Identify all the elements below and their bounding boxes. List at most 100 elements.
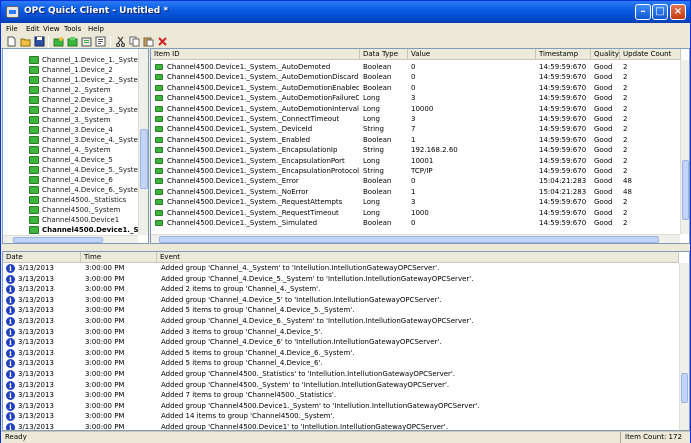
- event-row[interactable]: i 3/13/2013 3:00:00 PM Added 5 items to gro…: [3, 358, 679, 369]
- tree-node[interactable]: Channel_1.Device_1._System: [29, 55, 148, 65]
- tree-vertical-scrollbar[interactable]: [138, 49, 148, 235]
- tree-node[interactable]: Channel_4.Device_6._System: [29, 185, 148, 195]
- tree-node[interactable]: Channel_2.Device_3._System: [29, 105, 148, 115]
- item-row[interactable]: Channel4500.Device1._System._DeviceId Str…: [151, 124, 681, 134]
- scrollbar-thumb[interactable]: [681, 373, 688, 403]
- item-row[interactable]: Channel4500.Device1._System._AutoDemotio…: [151, 72, 681, 82]
- scrollbar-thumb[interactable]: [682, 160, 689, 220]
- event-row[interactable]: i 3/13/2013 3:00:00 PM Added group 'Channel…: [3, 263, 679, 274]
- event-row[interactable]: i 3/13/2013 3:00:00 PM Added group 'Channel…: [3, 274, 679, 285]
- copy-icon[interactable]: [129, 36, 140, 47]
- event-row[interactable]: i 3/13/2013 3:00:00 PM Added 7 items to gro…: [3, 390, 679, 401]
- close-button[interactable]: ×: [670, 4, 686, 20]
- item-row[interactable]: Channel4500.Device1._System._Encapsulati…: [151, 156, 681, 166]
- item-row[interactable]: Channel4500.Device1._System._RequestAtte…: [151, 197, 681, 207]
- menu-edit[interactable]: Edit: [26, 23, 40, 35]
- tree-node[interactable]: Channel_3._System: [29, 115, 148, 125]
- event-row[interactable]: i 3/13/2013 3:00:00 PM Added 5 items to gro…: [3, 305, 679, 316]
- event-log-view[interactable]: Date Time Event i 3/13/2013 3:00:00 PM Adde…: [2, 251, 690, 431]
- tree-node[interactable]: Channel4500._System: [29, 205, 148, 215]
- event-row[interactable]: i 3/13/2013 3:00:00 PM Added group 'Channel…: [3, 369, 679, 380]
- item-list-view[interactable]: Item ID Data Type Value Timestamp Qualit…: [150, 48, 690, 244]
- menu-help[interactable]: Help: [88, 23, 104, 35]
- tree-node[interactable]: Channel_4.Device_5._System: [29, 165, 148, 175]
- new-server-icon[interactable]: [53, 36, 64, 47]
- open-icon[interactable]: [20, 36, 31, 47]
- tree-node[interactable]: Channel_4.Device_6: [29, 175, 148, 185]
- paste-icon[interactable]: [143, 36, 154, 47]
- column-header-value[interactable]: Value: [408, 49, 536, 60]
- event-row[interactable]: i 3/13/2013 3:00:00 PM Added 5 items to gro…: [3, 348, 679, 359]
- app-icon[interactable]: [6, 6, 19, 18]
- tree-node[interactable]: Channel_2.Device_3: [29, 95, 148, 105]
- cut-icon[interactable]: [115, 36, 126, 47]
- event-cell: 3/13/2013: [18, 370, 54, 378]
- title-bar[interactable]: OPC Quick Client - Untitled * – □ ×: [1, 1, 690, 23]
- event-row[interactable]: i 3/13/2013 3:00:00 PM Added group 'Channel…: [3, 380, 679, 391]
- minimize-button[interactable]: –: [635, 4, 651, 20]
- maximize-button[interactable]: □: [652, 4, 668, 20]
- item-row[interactable]: Channel4500.Device1._System._Error Boolea…: [151, 176, 681, 186]
- item-cell: Good: [594, 83, 613, 92]
- new-item-icon[interactable]: [81, 36, 92, 47]
- column-header-date[interactable]: Date: [3, 252, 81, 263]
- event-row[interactable]: i 3/13/2013 3:00:00 PM Added group 'Channel…: [3, 337, 679, 348]
- item-row[interactable]: Channel4500.Device1._System._NoError Bool…: [151, 187, 681, 197]
- properties-icon[interactable]: [95, 36, 106, 47]
- column-header-time[interactable]: Time: [81, 252, 157, 263]
- column-header-item-id[interactable]: Item ID: [151, 49, 360, 60]
- item-row[interactable]: Channel4500.Device1._System._Enabled Bool…: [151, 135, 681, 145]
- item-row[interactable]: Channel4500.Device1._System._AutoDemoted…: [151, 62, 681, 72]
- event-row[interactable]: i 3/13/2013 3:00:00 PM Added 2 items to gro…: [3, 284, 679, 295]
- scrollbar-thumb[interactable]: [140, 129, 148, 189]
- tree-node[interactable]: Channel_3.Device_4._System: [29, 135, 148, 145]
- item-row[interactable]: Channel4500.Device1._System._Encapsulati…: [151, 166, 681, 176]
- event-row[interactable]: i 3/13/2013 3:00:00 PM Added 3 items to gro…: [3, 327, 679, 338]
- tree-horizontal-scrollbar[interactable]: [3, 235, 138, 243]
- items-horizontal-scrollbar[interactable]: [151, 234, 680, 243]
- event-row[interactable]: i 3/13/2013 3:00:00 PM Added 14 items to gr…: [3, 411, 679, 422]
- delete-icon[interactable]: [157, 36, 168, 47]
- column-header-timestamp[interactable]: Timestamp: [536, 49, 591, 60]
- tree-node[interactable]: Channel_2._System: [29, 85, 148, 95]
- tree-node[interactable]: Channel_4.Device_5: [29, 155, 148, 165]
- tree-node[interactable]: Channel4500.Device1._Sys: [29, 225, 148, 235]
- column-header-data-type[interactable]: Data Type: [360, 49, 408, 60]
- item-row[interactable]: Channel4500.Device1._System._Simulated Bo…: [151, 218, 681, 228]
- save-icon[interactable]: [34, 36, 45, 47]
- item-row[interactable]: Channel4500.Device1._System._AutoDemotio…: [151, 83, 681, 93]
- event-cell: Added 7 items to group 'Channel4500._Sta…: [161, 391, 337, 400]
- item-cell: Long: [363, 104, 380, 113]
- event-row[interactable]: i 3/13/2013 3:00:00 PM Added group 'Channel…: [3, 295, 679, 306]
- scrollbar-thumb[interactable]: [159, 236, 659, 243]
- tree-node[interactable]: Channel4500._Statistics: [29, 195, 148, 205]
- scrollbar-thumb[interactable]: [13, 237, 103, 243]
- group-folder-icon: [29, 106, 39, 114]
- pane-splitter[interactable]: [1, 244, 690, 251]
- tree-node[interactable]: Channel4500.Device1: [29, 215, 148, 225]
- event-row[interactable]: i 3/13/2013 3:00:00 PM Added group 'Channel…: [3, 401, 679, 412]
- column-header-update-count[interactable]: Update Count: [620, 49, 681, 60]
- menu-file[interactable]: File: [6, 23, 18, 35]
- tree-node[interactable]: Channel_1.Device_2: [29, 65, 148, 75]
- event-row[interactable]: i 3/13/2013 3:00:00 PM Added group 'Channel…: [3, 316, 679, 327]
- new-icon[interactable]: [6, 36, 17, 47]
- items-vertical-scrollbar[interactable]: [680, 60, 689, 234]
- item-row[interactable]: Channel4500.Device1._System._ConnectTime…: [151, 114, 681, 124]
- item-row[interactable]: Channel4500.Device1._System._Encapsulati…: [151, 145, 681, 155]
- group-tree[interactable]: Channel_1.Device_1._System Channel_1.Devi…: [2, 48, 149, 244]
- item-row[interactable]: Channel4500.Device1._System._AutoDemotio…: [151, 93, 681, 103]
- column-header-quality[interactable]: Quality: [591, 49, 620, 60]
- events-vertical-scrollbar[interactable]: [679, 263, 689, 430]
- menu-view[interactable]: View: [43, 23, 60, 35]
- item-row[interactable]: Channel4500.Device1._System._RequestTime…: [151, 208, 681, 218]
- menu-tools[interactable]: Tools: [64, 23, 81, 35]
- tree-node[interactable]: Channel_1.Device_2._System: [29, 75, 148, 85]
- tree-node-label: Channel_4.Device_5: [42, 156, 113, 164]
- tree-node[interactable]: Channel_3.Device_4: [29, 125, 148, 135]
- new-group-icon[interactable]: [67, 36, 78, 47]
- item-row[interactable]: Channel4500.Device1._System._AutoDemotio…: [151, 104, 681, 114]
- column-header-event[interactable]: Event: [157, 252, 679, 263]
- tree-node[interactable]: Channel_4._System: [29, 145, 148, 155]
- event-row[interactable]: i 3/13/2013 3:00:00 PM Added group 'Channel…: [3, 422, 679, 430]
